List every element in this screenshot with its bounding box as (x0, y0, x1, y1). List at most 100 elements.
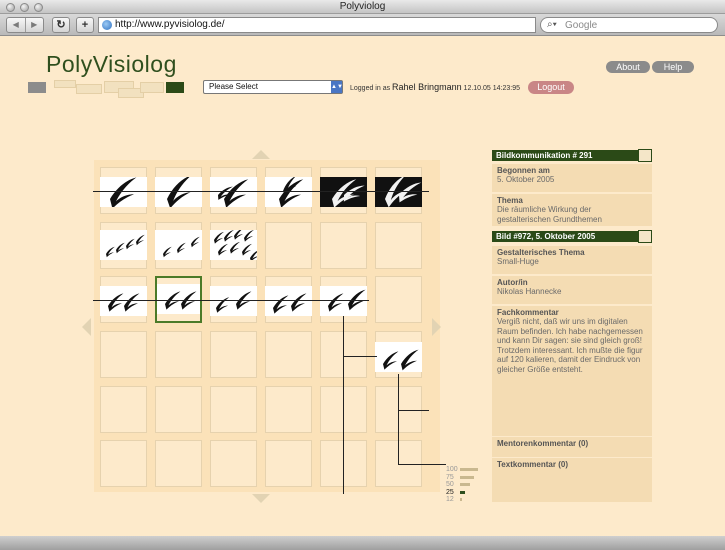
zoom-level-75[interactable]: 75 (446, 474, 474, 482)
theme-block: Thema Die räumliche Wirkung der gestalte… (492, 194, 652, 226)
design-theme-value: Small-Huge (497, 257, 539, 266)
image-thumbnail[interactable] (320, 177, 367, 207)
info-panel: Bildkommunikation # 291 Begonnen am 5. O… (492, 149, 652, 502)
author-value: Nikolas Hannecke (497, 287, 562, 296)
nav-buttons: ◀ ▶ (6, 17, 44, 33)
grid-cell[interactable] (265, 331, 312, 378)
image-header: Bild #972, 5. Oktober 2005 (492, 230, 652, 243)
zoom-level-25[interactable]: 25 (446, 489, 465, 497)
branch-line-r6 (398, 464, 446, 465)
zoom-level-100[interactable]: 100 (446, 466, 478, 474)
conversation-header: Bildkommunikation # 291 (492, 149, 652, 162)
begun-label: Begonnen am (497, 166, 550, 175)
help-button[interactable]: Help (652, 61, 694, 73)
grid-cell[interactable] (155, 440, 202, 487)
branch-line-sub (398, 374, 399, 464)
user-name: Rahel Bringmann (392, 82, 462, 92)
login-prefix: Logged in as (350, 85, 391, 92)
zoom-level-50[interactable]: 50 (446, 481, 470, 489)
login-time: 12.10.05 14:23:95 (463, 85, 520, 92)
globe-icon (102, 20, 112, 30)
begun-value: 5. Oktober 2005 (497, 175, 555, 184)
url-text: http://www.pyvisiolog.de/ (115, 19, 225, 30)
row3-connector-line (93, 300, 369, 301)
image-thumbnail[interactable] (100, 286, 147, 316)
reload-button[interactable]: ↻ (52, 17, 70, 33)
image-thumbnail[interactable] (375, 342, 422, 372)
grid-cell[interactable] (375, 222, 422, 269)
logout-button[interactable]: Logout (528, 81, 574, 94)
select-value: Please Select (209, 82, 258, 91)
mentor-comment-label[interactable]: Mentorenkommentar (0) (497, 439, 647, 448)
logo-strip (28, 80, 184, 98)
author-label: Autor/in (497, 278, 528, 287)
grid-cell[interactable] (210, 386, 257, 433)
grid-cell[interactable] (320, 222, 367, 269)
expand-icon[interactable] (638, 149, 652, 162)
scroll-down-arrow-icon[interactable] (252, 494, 270, 503)
image-thumbnail[interactable] (320, 286, 367, 316)
branch-line-r5 (398, 410, 429, 411)
address-bar[interactable]: http://www.pyvisiolog.de/ (98, 17, 536, 33)
site-logo[interactable]: PolyVisiolog (46, 51, 177, 78)
zoom-level-12[interactable]: 12 (446, 496, 462, 504)
image-thumbnail[interactable] (100, 230, 147, 260)
search-input[interactable]: ⌕▾ Google (540, 17, 718, 33)
back-icon[interactable]: ◀ (7, 18, 26, 32)
login-status: Logged in as Rahel Bringmann 12.10.05 14… (350, 82, 520, 92)
image-thumbnail[interactable] (265, 177, 312, 207)
row1-connector-line (93, 191, 429, 192)
grid-cell[interactable] (155, 331, 202, 378)
branch-line-to-r4 (343, 356, 377, 357)
author-block: Autor/in Nikolas Hannecke (492, 276, 652, 304)
image-thumbnail[interactable] (375, 177, 422, 207)
design-theme-block: Gestalterisches Thema Small-Huge (492, 246, 652, 274)
comment-block: Fachkommentar Vergiß nicht, daß wir uns … (492, 306, 652, 436)
scroll-left-arrow-icon[interactable] (82, 318, 91, 336)
comment-value: Vergiß nicht, daß wir uns im digitalen R… (497, 317, 643, 374)
scroll-right-arrow-icon[interactable] (432, 318, 441, 336)
search-placeholder: Google (565, 20, 598, 31)
theme-label: Thema (497, 196, 523, 205)
grid-cell[interactable] (100, 440, 147, 487)
window-titlebar: Polyviolog (0, 0, 725, 14)
theme-value: Die räumliche Wirkung der gestalterische… (497, 205, 602, 224)
conversation-title: Bildkommunikation # 291 (496, 151, 593, 160)
grid-cell[interactable] (265, 440, 312, 487)
grid-cell[interactable] (265, 386, 312, 433)
scroll-up-arrow-icon[interactable] (252, 150, 270, 159)
image-thumbnail[interactable] (100, 177, 147, 207)
search-icon: ⌕▾ (547, 19, 557, 30)
grid-cell[interactable] (265, 222, 312, 269)
grid-cell[interactable] (155, 386, 202, 433)
image-thumbnail[interactable] (155, 177, 202, 207)
grid-cell[interactable] (210, 440, 257, 487)
grid-cell[interactable] (375, 276, 422, 323)
grid-cell[interactable] (210, 331, 257, 378)
select-arrow-icon: ▲▼ (331, 81, 343, 93)
text-comment-block[interactable]: Textkommentar (0) (492, 458, 652, 502)
image-preview-icon[interactable] (638, 230, 652, 243)
grid-cell[interactable] (100, 331, 147, 378)
forward-icon[interactable]: ▶ (26, 18, 44, 32)
image-thumbnail[interactable] (265, 286, 312, 316)
comment-label: Fachkommentar (497, 308, 559, 317)
design-theme-label: Gestalterisches Thema (497, 248, 585, 257)
begun-block: Begonnen am 5. Oktober 2005 (492, 164, 652, 192)
image-thumbnail[interactable] (155, 230, 202, 260)
image-thumbnail[interactable] (210, 286, 257, 316)
image-thumbnail[interactable] (210, 230, 257, 260)
image-thumbnail[interactable] (157, 284, 200, 314)
add-bookmark-button[interactable]: + (76, 17, 94, 33)
window-title: Polyviolog (339, 1, 386, 12)
text-comment-label[interactable]: Textkommentar (0) (497, 460, 647, 469)
branch-line-main (343, 316, 344, 494)
zoom-scale[interactable]: 100 75 50 25 12 (446, 466, 478, 504)
window-bottom-bar (0, 536, 725, 550)
image-thumbnail[interactable] (210, 177, 257, 207)
image-title: Bild #972, 5. Oktober 2005 (496, 232, 596, 241)
mentor-comment-block[interactable]: Mentorenkommentar (0) (492, 437, 652, 457)
about-button[interactable]: About (606, 61, 650, 73)
grid-cell[interactable] (100, 386, 147, 433)
page-select[interactable]: Please Select ▲▼ (203, 80, 343, 94)
